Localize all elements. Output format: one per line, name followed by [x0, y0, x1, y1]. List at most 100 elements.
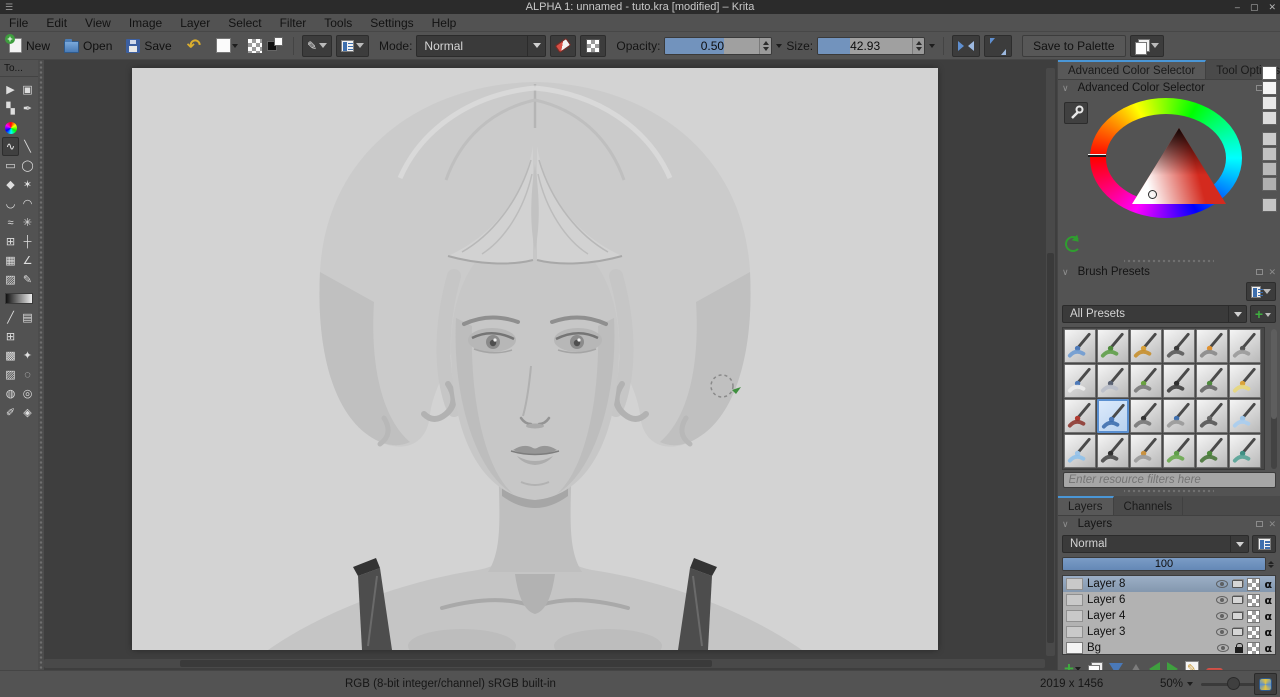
alpha-icon[interactable]: α	[1264, 626, 1272, 639]
refresh-color-history-icon[interactable]	[1065, 236, 1081, 252]
close-button[interactable]: ✕	[1268, 2, 1276, 13]
brush-preset-3[interactable]	[1130, 329, 1162, 363]
grid-tool[interactable]: ⊞	[2, 327, 19, 346]
brush-settings-toggle[interactable]: ✎	[301, 34, 333, 57]
zoom-level[interactable]: 50%	[1160, 678, 1183, 690]
docker-splitter[interactable]	[1124, 488, 1214, 494]
brush-preset-11[interactable]	[1196, 364, 1228, 398]
brush-preset-22[interactable]	[1163, 434, 1195, 468]
smart-patch-tool[interactable]: ▨	[2, 270, 19, 289]
brush-preset-2[interactable]	[1097, 329, 1129, 363]
brush-preset-23[interactable]	[1196, 434, 1228, 468]
polyline-tool[interactable]: ✶	[19, 175, 36, 194]
polygonal-selection-tool[interactable]: ▨	[2, 365, 19, 384]
color-history-swatch[interactable]	[1262, 132, 1277, 146]
similar-selection-tool[interactable]: ◍	[2, 384, 19, 403]
bezier-curve-tool[interactable]: ◡	[2, 194, 19, 213]
layer-opacity-spinner[interactable]	[1266, 557, 1276, 571]
open-button[interactable]: Open	[59, 37, 117, 55]
alpha-icon[interactable]: α	[1264, 594, 1272, 607]
tab-channels[interactable]: Channels	[1113, 496, 1184, 515]
brush-preset-15[interactable]	[1130, 399, 1162, 433]
move-layer-tool[interactable]: ┼	[19, 232, 36, 251]
foreground-background-colors[interactable]	[266, 36, 285, 55]
tab-advanced-color-selector[interactable]: Advanced Color Selector	[1058, 60, 1207, 79]
save-button[interactable]: Save	[121, 37, 176, 55]
gradient-tool[interactable]	[2, 289, 36, 308]
brush-preset-10[interactable]	[1163, 364, 1195, 398]
magnetic-selection-tool[interactable]: ◎	[19, 384, 36, 403]
alpha-icon[interactable]: α	[1264, 578, 1272, 591]
alpha-icon[interactable]: α	[1264, 642, 1272, 655]
bezier-selection-tool[interactable]: ✐	[2, 403, 19, 422]
horizontal-scroll-thumb[interactable]	[180, 660, 712, 667]
add-tag-button[interactable]: +	[1250, 305, 1276, 323]
saturation-value-triangle[interactable]	[1132, 128, 1226, 204]
line-tool[interactable]: ╲	[19, 137, 36, 156]
color-sampler-tool[interactable]: ✎	[19, 270, 36, 289]
visibility-eye-icon[interactable]	[1217, 644, 1230, 652]
freehand-path-tool[interactable]: ◠	[19, 194, 36, 213]
opacity-spinner[interactable]	[759, 37, 772, 54]
menu-tools[interactable]: Tools	[315, 16, 361, 30]
brush-preset-14[interactable]	[1097, 399, 1129, 433]
ellipse-tool[interactable]: ◯	[19, 156, 36, 175]
fuzzy-selection-tool[interactable]: ◈	[19, 403, 36, 422]
collapse-icon[interactable]: ∨	[1062, 267, 1069, 278]
visibility-eye-icon[interactable]	[1216, 612, 1229, 620]
menu-filter[interactable]: Filter	[271, 16, 316, 30]
hue-ring[interactable]	[1088, 98, 1242, 218]
resource-filter-input[interactable]	[1062, 472, 1276, 488]
brush-preset-popup-button[interactable]	[336, 34, 370, 57]
color-history-swatch[interactable]	[1262, 66, 1277, 80]
menu-settings[interactable]: Settings	[361, 16, 422, 30]
size-spinner[interactable]	[912, 37, 925, 54]
brush-preset-5[interactable]	[1196, 329, 1228, 363]
preset-display-mode-button[interactable]	[1246, 282, 1276, 301]
menu-view[interactable]: View	[76, 16, 120, 30]
visibility-eye-icon[interactable]	[1216, 628, 1229, 636]
menu-layer[interactable]: Layer	[171, 16, 219, 30]
brush-preset-9[interactable]	[1130, 364, 1162, 398]
size-dropdown-arrow[interactable]	[929, 43, 936, 51]
opacity-spinbox[interactable]: 0.50	[664, 36, 773, 55]
brush-preset-7[interactable]	[1064, 364, 1096, 398]
save-to-palette-button[interactable]: Save to Palette	[1022, 34, 1126, 57]
transform-frame-tool[interactable]: ▦	[2, 251, 19, 270]
select-shapes-tool[interactable]: ▶	[2, 80, 19, 99]
layer-row-bg[interactable]: Bg α	[1063, 640, 1275, 655]
layer-blend-mode-dropdown[interactable]: Normal	[1062, 535, 1249, 553]
transform-tool[interactable]: ▣	[19, 80, 36, 99]
multibrush-tool[interactable]: ✳	[19, 213, 36, 232]
workspace-chooser-button[interactable]	[1129, 34, 1164, 57]
visibility-eye-icon[interactable]	[1216, 596, 1229, 604]
zoom-slider[interactable]	[1201, 676, 1260, 690]
canvas-horizontal-scrollbar[interactable]	[44, 659, 1045, 668]
fill-tool[interactable]	[2, 118, 19, 137]
crop-tool[interactable]: ⊞	[2, 232, 19, 251]
layer-row-layer-4[interactable]: Layer 4 α	[1063, 608, 1275, 624]
freehand-brush-tool[interactable]: ∿	[2, 137, 19, 156]
outline-selection-tool[interactable]: ✦	[19, 346, 36, 365]
color-history-swatch[interactable]	[1262, 81, 1277, 95]
color-history-swatch[interactable]	[1262, 162, 1277, 176]
brush-preset-21[interactable]	[1130, 434, 1162, 468]
alpha-icon[interactable]: α	[1264, 610, 1272, 623]
color-cursor[interactable]	[1148, 190, 1157, 199]
brush-preset-17[interactable]	[1196, 399, 1228, 433]
layer-view-options-button[interactable]	[1252, 535, 1276, 553]
preset-tag-dropdown[interactable]: All Presets	[1062, 305, 1247, 323]
move-tool[interactable]: ▚	[2, 99, 19, 118]
contiguous-selection-tool[interactable]: ◌	[19, 365, 36, 384]
brush-preset-6[interactable]	[1229, 329, 1261, 363]
color-history-swatch[interactable]	[1262, 96, 1277, 110]
close-docker-icon[interactable]: ✕	[1268, 267, 1276, 278]
brush-preset-12[interactable]	[1229, 364, 1261, 398]
opacity-dropdown-arrow[interactable]	[776, 43, 783, 51]
brush-preset-16[interactable]	[1163, 399, 1195, 433]
tab-layers[interactable]: Layers	[1058, 496, 1114, 515]
perspective-grid-tool[interactable]: ▤	[19, 308, 36, 327]
brush-preset-19[interactable]	[1064, 434, 1096, 468]
brush-preset-20[interactable]	[1097, 434, 1129, 468]
brush-preset-13[interactable]	[1064, 399, 1096, 433]
